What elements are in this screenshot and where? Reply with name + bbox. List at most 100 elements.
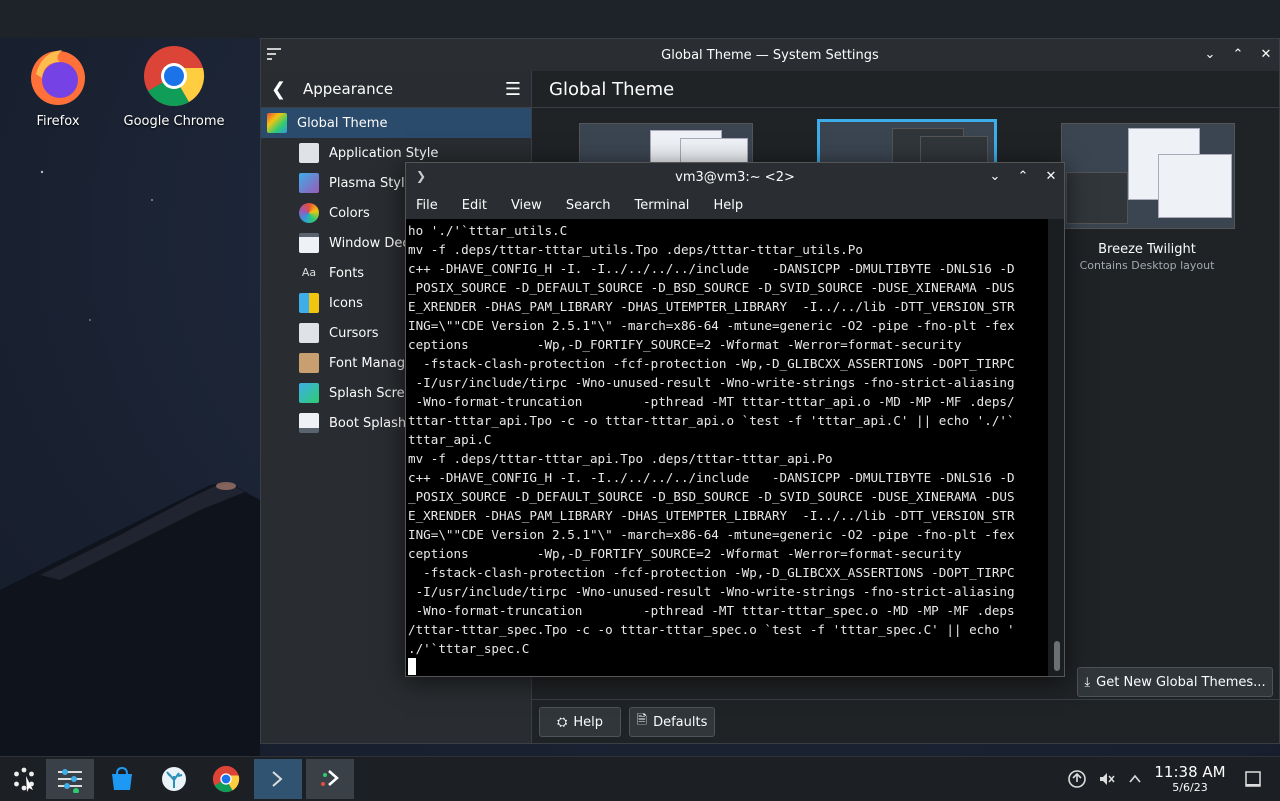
defaults-label: Defaults [653,714,708,730]
terminal-line: tttar-tttar_api.Tpo -c -o tttar-tttar_ap… [408,413,1015,428]
sidebar-title: Appearance [303,80,394,98]
terminal-window: ❯ vm3@vm3:~ <2> ⌄ ⌃ ✕ File Edit View Sea… [405,162,1065,677]
chrome-icon [142,44,206,108]
terminal-titlebar[interactable]: ❯ vm3@vm3:~ <2> ⌄ ⌃ ✕ [406,163,1064,191]
network-update-icon[interactable] [1066,757,1088,801]
fonts-icon: Aa [301,266,317,279]
digital-clock[interactable]: 11:38 AM 5/6/23 [1150,763,1230,794]
terminal-menubar: File Edit View Search Terminal Help [406,191,1064,219]
sidebar-item-label: Splash Scree [329,385,413,401]
terminal-line: mv -f .deps/tttar-tttar_api.Tpo .deps/tt… [408,451,833,466]
menu-edit[interactable]: Edit [462,198,487,213]
top-strip [0,0,1280,38]
taskbar-terminal[interactable] [254,759,302,799]
application-launcher-icon[interactable] [0,759,48,799]
menu-search[interactable]: Search [566,198,611,213]
font-management-icon [299,353,319,373]
sidebar-item-label: Global Theme [297,115,388,131]
system-settings-icon [58,769,82,793]
maximize-icon[interactable]: ⌃ [1016,170,1030,184]
terminal-line: mv -f .deps/tttar-tttar_utils.Tpo .deps/… [408,242,863,257]
volume-muted-icon[interactable] [1096,757,1118,801]
terminal-icon[interactable]: ❯ [416,169,426,183]
taskbar-discover[interactable] [98,759,146,799]
tray-expand-chevron-icon[interactable] [1124,757,1146,801]
terminal-line: ING=\""CDE Version 2.5.1"\" -march=x86-6… [408,318,1015,333]
sidebar-item-label: Application Style [329,145,439,161]
desktop-icon-label: Firefox [36,114,80,129]
clock-time: 11:38 AM [1154,763,1226,781]
konsole-icon [321,770,339,786]
terminal-line: ho './'`tttar_utils.C [408,223,568,238]
minimize-icon[interactable]: ⌄ [1203,48,1217,62]
hamburger-menu-icon[interactable]: ☰ [505,79,521,100]
download-icon: ⤓ [1084,674,1091,690]
application-style-icon [299,143,319,163]
terminal-line: _POSIX_SOURCE -D_DEFAULT_SOURCE -D_BSD_S… [408,280,1015,295]
close-icon[interactable]: ✕ [1259,48,1273,62]
taskbar-coral-app[interactable] [150,759,198,799]
help-button[interactable]: ⛭ Help [539,707,621,737]
terminal-line: -I/usr/include/tirpc -Wno-unused-result … [415,584,1015,599]
maximize-icon[interactable]: ⌃ [1231,48,1245,62]
terminal-line: ceptions -Wp,-D_FORTIFY_SOURCE=2 -Wforma… [408,337,962,352]
coral-app-icon [162,767,186,791]
desktop-icon-label: Google Chrome [123,114,225,129]
scrollbar-thumb[interactable] [1054,641,1060,671]
theme-name: Breeze Twilight [1098,242,1196,257]
theme-subtitle: Contains Desktop layout [1079,259,1215,272]
settings-titlebar[interactable]: Global Theme — System Settings ⌄ ⌃ ✕ [261,39,1279,71]
back-arrow-icon[interactable]: ❮ [271,79,291,100]
terminal-line: ING=\""CDE Version 2.5.1"\" -march=x86-6… [408,527,1015,542]
terminal-line: E_XRENDER -DHAS_PAM_LIBRARY -DHAS_UTEMPT… [408,299,1015,314]
terminal-line: -Wno-format-truncation -pthread -MT ttta… [415,603,1015,618]
taskbar-chrome[interactable] [202,759,250,799]
window-menu-icon[interactable] [267,48,281,60]
terminal-line: c++ -DHAVE_CONFIG_H -I. -I../../../../in… [408,261,1015,276]
colors-icon [299,203,319,223]
terminal-scrollbar[interactable] [1048,219,1064,676]
get-new-global-themes-button[interactable]: ⤓ Get New Global Themes... [1077,667,1273,697]
sidebar-item-label: Icons [329,295,363,311]
sidebar-item-label: Font Manage [329,355,414,371]
terminal-cursor [408,658,416,675]
terminal-line: -fstack-clash-protection -fcf-protection… [423,356,1015,371]
sidebar-header: ❮ Appearance ☰ [261,71,531,108]
taskbar-system-settings[interactable] [46,759,94,799]
terminal-line: c++ -DHAVE_CONFIG_H -I. -I../../../../in… [408,470,1015,485]
menu-help[interactable]: Help [713,198,743,213]
terminal-line: E_XRENDER -DHAS_PAM_LIBRARY -DHAS_UTEMPT… [408,508,1015,523]
menu-view[interactable]: View [511,198,542,213]
menu-file[interactable]: File [416,198,438,213]
terminal-line: ceptions -Wp,-D_FORTIFY_SOURCE=2 -Wforma… [408,546,962,561]
taskbar: 11:38 AM 5/6/23 [0,756,1280,801]
show-desktop-icon[interactable] [1242,757,1264,801]
taskbar-konsole[interactable] [306,759,354,799]
help-icon: ⛭ [556,714,568,730]
settings-window-title: Global Theme — System Settings [661,47,879,63]
sidebar-item-label: Boot Splash [329,415,407,431]
get-new-global-themes-label: Get New Global Themes... [1096,674,1266,690]
desktop-icon-google-chrome[interactable]: Google Chrome [119,44,229,129]
desktop-icon-firefox[interactable]: Firefox [3,44,113,129]
terminal-line: ./'`tttar_spec.C [408,641,530,656]
terminal-icon [272,771,283,787]
footer-divider [531,699,1279,700]
boot-splash-icon [299,413,319,433]
terminal-line: /tttar-tttar_spec.Tpo -c -o tttar-tttar_… [408,622,1015,637]
minimize-icon[interactable]: ⌄ [988,170,1002,184]
icons-icon [299,293,319,313]
chrome-icon [212,765,240,793]
plasma-style-icon [299,173,319,193]
sidebar-item-label: Fonts [329,265,365,281]
terminal-screen[interactable]: ho './'`tttar_utils.C mv -f .deps/tttar-… [406,219,1048,676]
sidebar-item-label: Plasma Style [329,175,413,191]
terminal-line: tttar_api.C [408,432,492,447]
sidebar-item-global-theme[interactable]: Global Theme [261,108,531,138]
discover-store-icon [112,766,132,790]
defaults-button[interactable]: 🗎 Defaults [629,707,715,737]
close-icon[interactable]: ✕ [1044,170,1058,184]
terminal-window-title: vm3@vm3:~ <2> [675,169,795,185]
theme-thumbnail-breeze-twilight[interactable] [1061,123,1235,229]
menu-terminal[interactable]: Terminal [634,198,689,213]
